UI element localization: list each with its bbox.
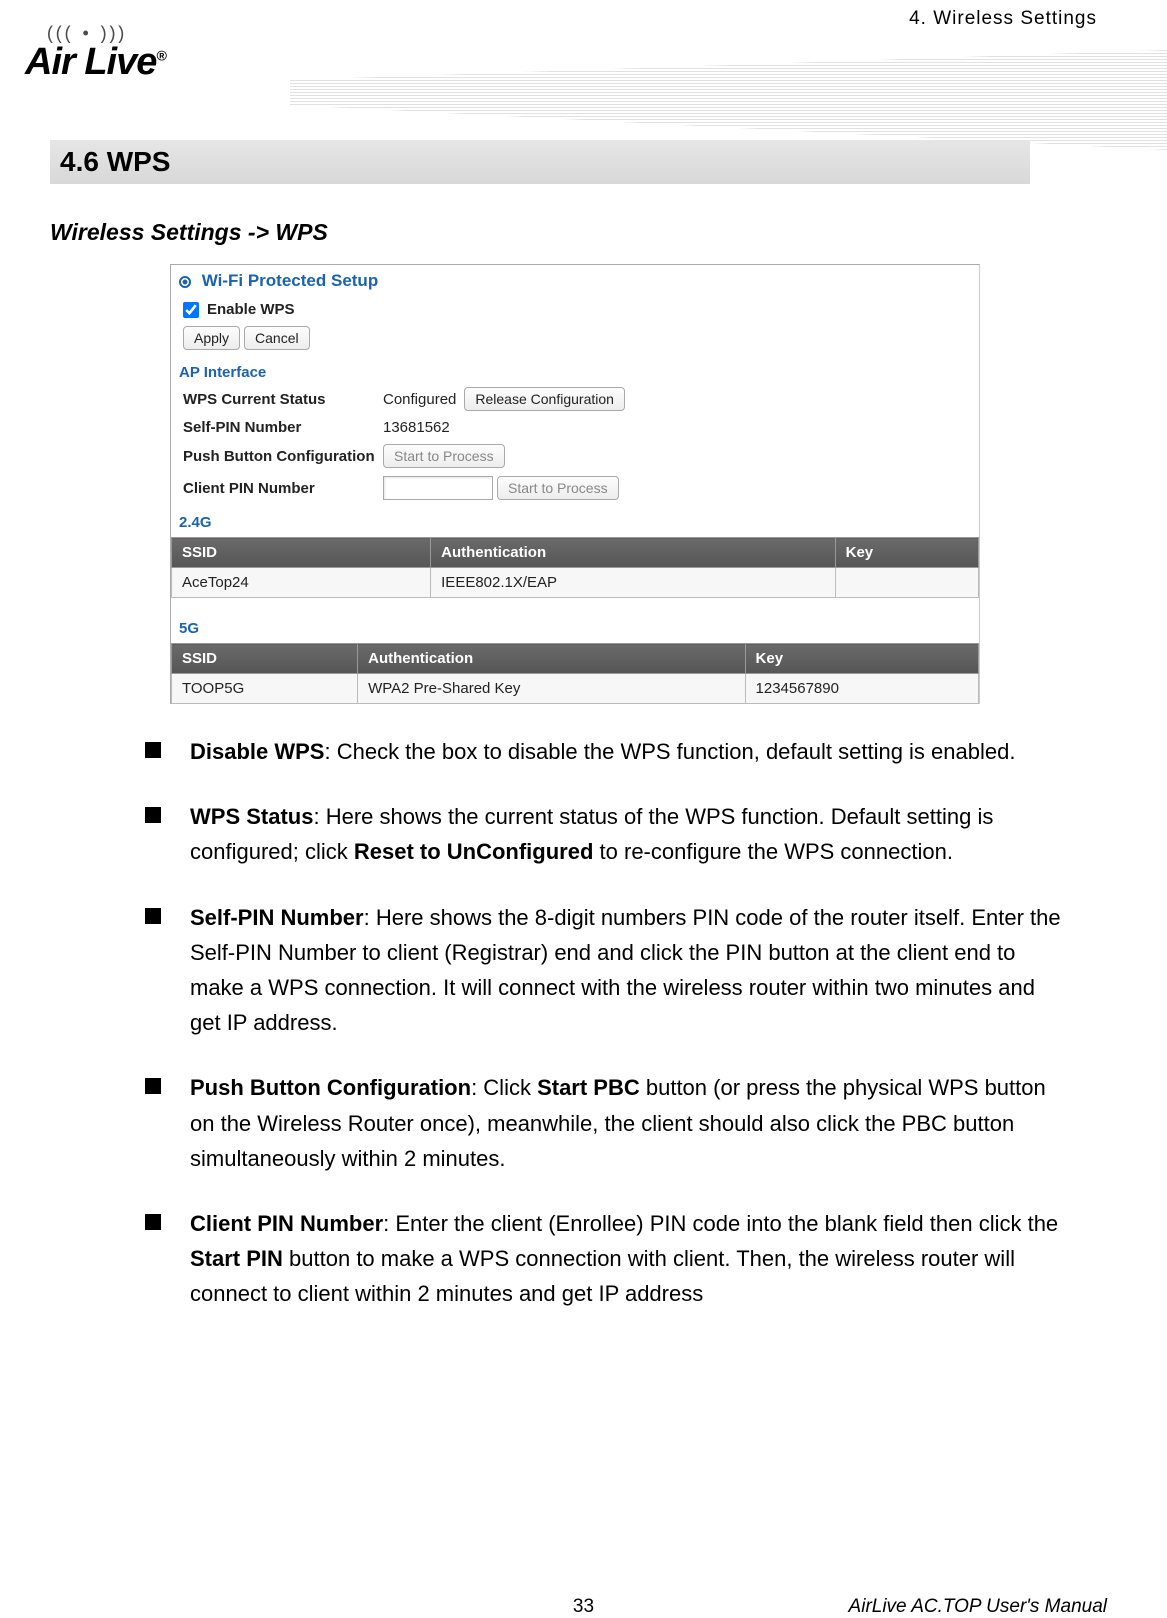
list-item: WPS Status: Here shows the current statu… bbox=[145, 799, 1062, 869]
subsection-2-4g: 2.4G bbox=[171, 504, 979, 533]
pbc-label: Push Button Configuration bbox=[183, 448, 383, 465]
panel-title: Wi-Fi Protected Setup bbox=[171, 265, 979, 297]
col-ssid: SSID bbox=[172, 644, 358, 674]
client-pin-label: Client PIN Number bbox=[183, 480, 383, 497]
page-number: 33 bbox=[573, 1596, 594, 1618]
col-auth: Authentication bbox=[431, 538, 835, 568]
client-pin-start-button[interactable]: Start to Process bbox=[497, 476, 619, 500]
table-row: TOOP5G WPA2 Pre-Shared Key 1234567890 bbox=[172, 674, 979, 704]
subsection-5g: 5G bbox=[171, 610, 979, 639]
section-title: 4.6 WPS bbox=[50, 140, 1030, 184]
apply-button[interactable]: Apply bbox=[183, 326, 240, 350]
brand-logo: ((( • ))) Air Live® bbox=[25, 25, 285, 79]
radio-icon bbox=[179, 276, 191, 288]
page-header: 4. Wireless Settings ((( • ))) Air Live® bbox=[0, 0, 1167, 130]
wps-settings-screenshot: Wi-Fi Protected Setup Enable WPS Apply C… bbox=[170, 264, 980, 704]
col-key: Key bbox=[835, 538, 978, 568]
wps-status-value: Configured bbox=[383, 391, 456, 408]
pbc-start-button[interactable]: Start to Process bbox=[383, 444, 505, 468]
cancel-button[interactable]: Cancel bbox=[244, 326, 310, 350]
table-header-row: SSID Authentication Key bbox=[172, 644, 979, 674]
enable-wps-checkbox[interactable] bbox=[183, 302, 199, 318]
table-2-4g: SSID Authentication Key AceTop24 IEEE802… bbox=[171, 537, 979, 598]
self-pin-label: Self-PIN Number bbox=[183, 419, 383, 436]
col-key: Key bbox=[745, 644, 978, 674]
table-header-row: SSID Authentication Key bbox=[172, 538, 979, 568]
wps-status-label: WPS Current Status bbox=[183, 391, 383, 408]
manual-title: AirLive AC.TOP User's Manual bbox=[849, 1596, 1107, 1618]
col-ssid: SSID bbox=[172, 538, 431, 568]
enable-wps-label: Enable WPS bbox=[207, 301, 295, 318]
header-swoosh-graphic bbox=[290, 50, 1167, 150]
release-config-button[interactable]: Release Configuration bbox=[464, 387, 625, 411]
chapter-label: 4. Wireless Settings bbox=[909, 8, 1097, 30]
client-pin-input[interactable] bbox=[383, 476, 493, 500]
subsection-ap-interface: AP Interface bbox=[171, 354, 979, 383]
table-row: AceTop24 IEEE802.1X/EAP bbox=[172, 568, 979, 598]
list-item: Self-PIN Number: Here shows the 8-digit … bbox=[145, 900, 1062, 1041]
description-list: Disable WPS: Check the box to disable th… bbox=[145, 734, 1062, 1311]
enable-wps-row: Enable WPS bbox=[171, 297, 979, 322]
list-item: Push Button Configuration: Click Start P… bbox=[145, 1070, 1062, 1176]
list-item: Client PIN Number: Enter the client (Enr… bbox=[145, 1206, 1062, 1312]
self-pin-value: 13681562 bbox=[383, 419, 450, 436]
table-5g: SSID Authentication Key TOOP5G WPA2 Pre-… bbox=[171, 643, 979, 704]
col-auth: Authentication bbox=[358, 644, 745, 674]
breadcrumb: Wireless Settings -> WPS bbox=[50, 219, 1117, 246]
list-item: Disable WPS: Check the box to disable th… bbox=[145, 734, 1062, 769]
